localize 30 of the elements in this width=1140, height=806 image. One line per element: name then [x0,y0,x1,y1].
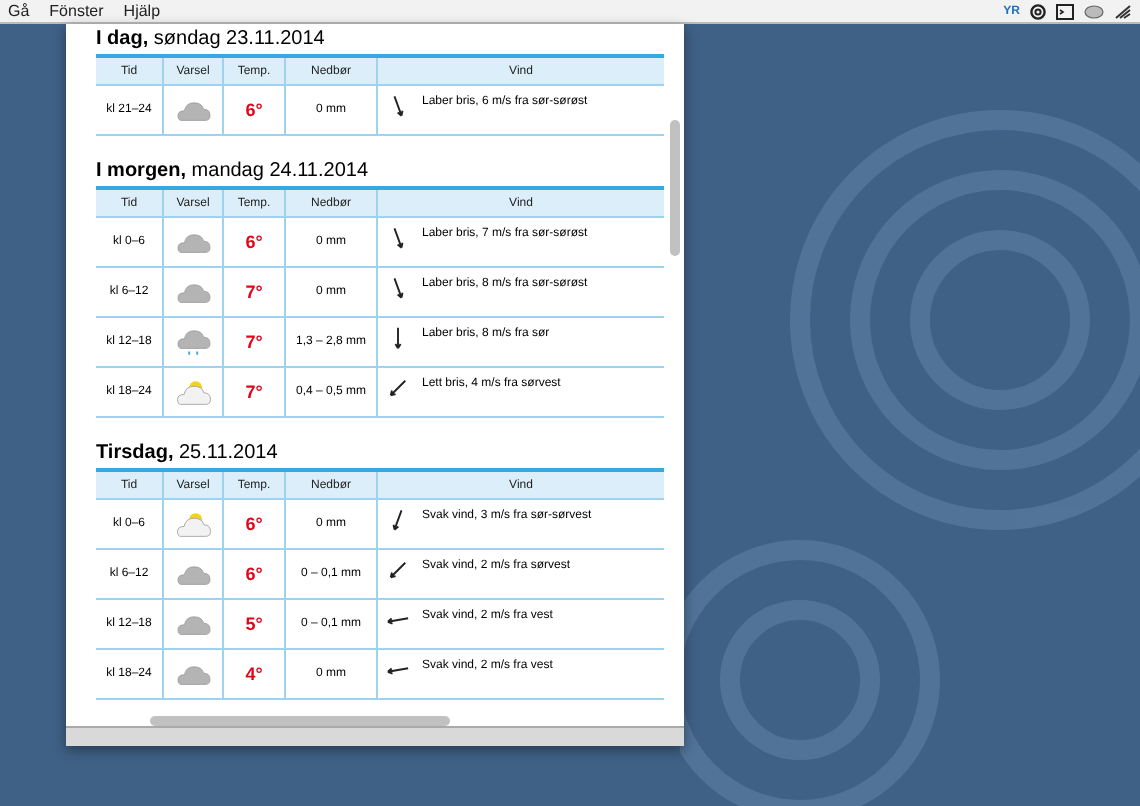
temperature: 6° [224,500,286,548]
menu-item[interactable]: Hjälp [123,1,161,21]
lifebuoy-icon[interactable] [1030,3,1046,19]
cloud-icon [173,98,213,122]
temperature: 4° [224,650,286,698]
vertical-scrollbar[interactable] [670,120,680,256]
rain-cloud-icon [173,326,213,358]
temperature: 6° [224,86,286,134]
temperature: 6° [224,550,286,598]
temperature: 7° [224,368,286,416]
temperature: 7° [224,318,286,366]
sun-behind-cloud-icon [173,378,213,406]
horizontal-scrollbar[interactable] [150,716,450,726]
cloud-icon [173,612,213,636]
cloud-icon [173,230,213,254]
sun-behind-cloud-icon [173,510,213,538]
temperature: 7° [224,268,286,316]
menu-item[interactable]: Gå [8,1,30,21]
terminal-icon[interactable] [1056,3,1074,19]
day-heading: Tirsdag, 25.11.2014 [96,442,280,466]
cloud-icon [173,280,213,304]
menu-item[interactable]: Fönster [49,1,104,21]
drive-icon[interactable] [1084,3,1104,19]
signal-icon[interactable] [1114,3,1132,19]
cloud-icon [173,562,213,586]
temperature: 5° [224,600,286,648]
temperature: 6° [224,218,286,266]
day-heading: I morgen, mandag 24.11.2014 [96,160,371,184]
cloud-icon [173,662,213,686]
day-heading: I dag, søndag 23.11.2014 [96,28,327,52]
